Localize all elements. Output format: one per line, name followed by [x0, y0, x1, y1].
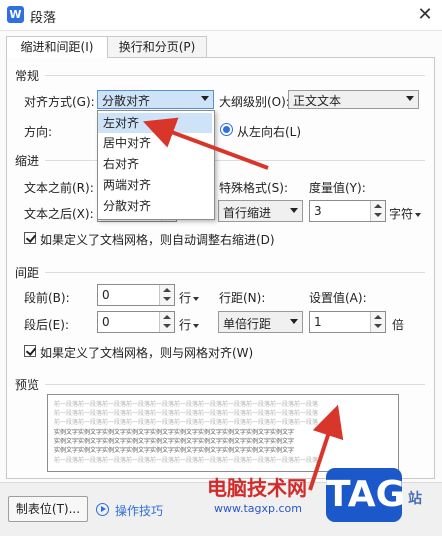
red-arrow-to-close-area: [308, 404, 344, 491]
red-arrow-to-left-align: [143, 117, 269, 170]
annotation-arrows: [143, 117, 344, 491]
